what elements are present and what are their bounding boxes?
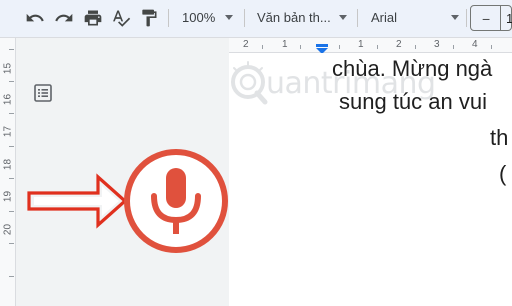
toolbar-divider <box>357 9 358 27</box>
watermark: uantrimang <box>228 60 438 110</box>
vruler-label: 20 <box>2 223 14 236</box>
hruler-tick <box>300 45 301 49</box>
vruler-tick <box>9 178 14 179</box>
hruler-tick <box>491 45 492 49</box>
document-line: ( <box>499 161 507 186</box>
paint-format-icon[interactable] <box>138 6 160 30</box>
horizontal-ruler: 2 1 1 2 3 4 <box>229 38 512 53</box>
outline-icon[interactable] <box>33 83 53 103</box>
hruler-tick <box>377 45 378 49</box>
microphone-icon[interactable] <box>123 148 229 254</box>
font-size-input[interactable]: 1 <box>506 11 512 26</box>
hruler-tick <box>339 45 340 49</box>
font-size-divider <box>500 6 501 30</box>
vruler-tick <box>9 276 14 277</box>
spellcheck-icon[interactable] <box>110 6 132 30</box>
redo-icon[interactable] <box>53 6 75 30</box>
toolbar-divider <box>168 9 169 27</box>
hruler-label: 4 <box>472 39 478 50</box>
watermark-bulb-icon <box>231 61 268 105</box>
indent-marker[interactable] <box>316 41 328 54</box>
toolbar-divider <box>244 9 245 27</box>
hruler-tick <box>415 45 416 49</box>
zoom-select[interactable]: 100% <box>182 10 215 25</box>
docs-window: 100% Văn bản th... Arial − 1 15 16 17 18… <box>0 0 512 306</box>
vruler-label: 17 <box>2 125 14 138</box>
vruler-tick <box>9 243 14 244</box>
decrease-font-size-button[interactable]: − <box>482 11 490 27</box>
vruler-tick <box>9 146 14 147</box>
vruler-tick <box>9 49 14 50</box>
vruler-label: 15 <box>2 62 14 75</box>
toolbar-divider <box>466 9 467 27</box>
font-select[interactable]: Arial <box>371 10 397 25</box>
vertical-ruler: 15 16 17 18 19 20 <box>0 38 16 306</box>
vruler-tick <box>9 81 14 82</box>
toolbar: 100% Văn bản th... Arial − 1 <box>0 0 512 38</box>
arrow-icon <box>22 172 130 230</box>
vruler-label: 16 <box>2 93 14 106</box>
hruler-label: 1 <box>282 39 288 50</box>
hruler-label: 2 <box>396 39 402 50</box>
vruler-label: 18 <box>2 158 14 171</box>
hruler-tick <box>262 45 263 49</box>
style-chevron-down-icon[interactable] <box>339 15 347 20</box>
font-size-control: − 1 <box>470 5 512 31</box>
hruler-label: 3 <box>434 39 440 50</box>
hruler-label: 2 <box>243 39 249 50</box>
zoom-chevron-down-icon[interactable] <box>225 15 233 20</box>
hruler-label: 1 <box>358 39 364 50</box>
vruler-tick <box>9 211 14 212</box>
style-select[interactable]: Văn bản th... <box>257 10 331 25</box>
document-line: th <box>490 125 509 150</box>
font-chevron-down-icon[interactable] <box>451 15 459 20</box>
print-icon[interactable] <box>82 6 104 30</box>
vruler-tick <box>9 113 14 114</box>
vruler-label: 19 <box>2 190 14 203</box>
undo-icon[interactable] <box>24 6 46 30</box>
watermark-text: uantrimang <box>266 66 436 101</box>
hruler-tick <box>453 45 454 49</box>
